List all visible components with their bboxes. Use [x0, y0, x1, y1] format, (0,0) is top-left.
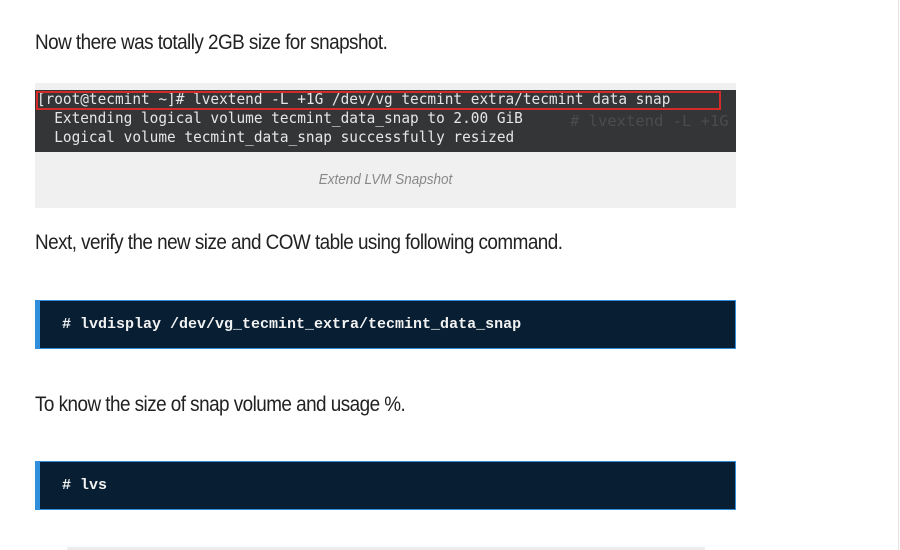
paragraph-snapshot-size: Now there was totally 2GB size for snaps… — [35, 31, 388, 54]
figure-caption: Extend LVM Snapshot — [318, 171, 453, 188]
code-block-lvs[interactable]: # lvs — [35, 461, 736, 510]
code-block-lvdisplay[interactable]: # lvdisplay /dev/vg_tecmint_extra/tecmin… — [35, 300, 736, 349]
terminal-screenshot: # lvextend -L +1G /de [root@tecmint ~]# … — [35, 90, 736, 152]
terminal-line: Logical volume tecmint_data_snap success… — [36, 128, 515, 146]
paragraph-usage: To know the size of snap volume and usag… — [35, 393, 406, 416]
page-edge-border — [898, 0, 899, 550]
paragraph-verify: Next, verify the new size and COW table … — [35, 231, 563, 254]
terminal-line: Extending logical volume tecmint_data_sn… — [36, 109, 523, 127]
figure-extend-lvm-snapshot: # lvextend -L +1G /de [root@tecmint ~]# … — [35, 83, 736, 208]
command-highlight-box — [36, 91, 721, 110]
